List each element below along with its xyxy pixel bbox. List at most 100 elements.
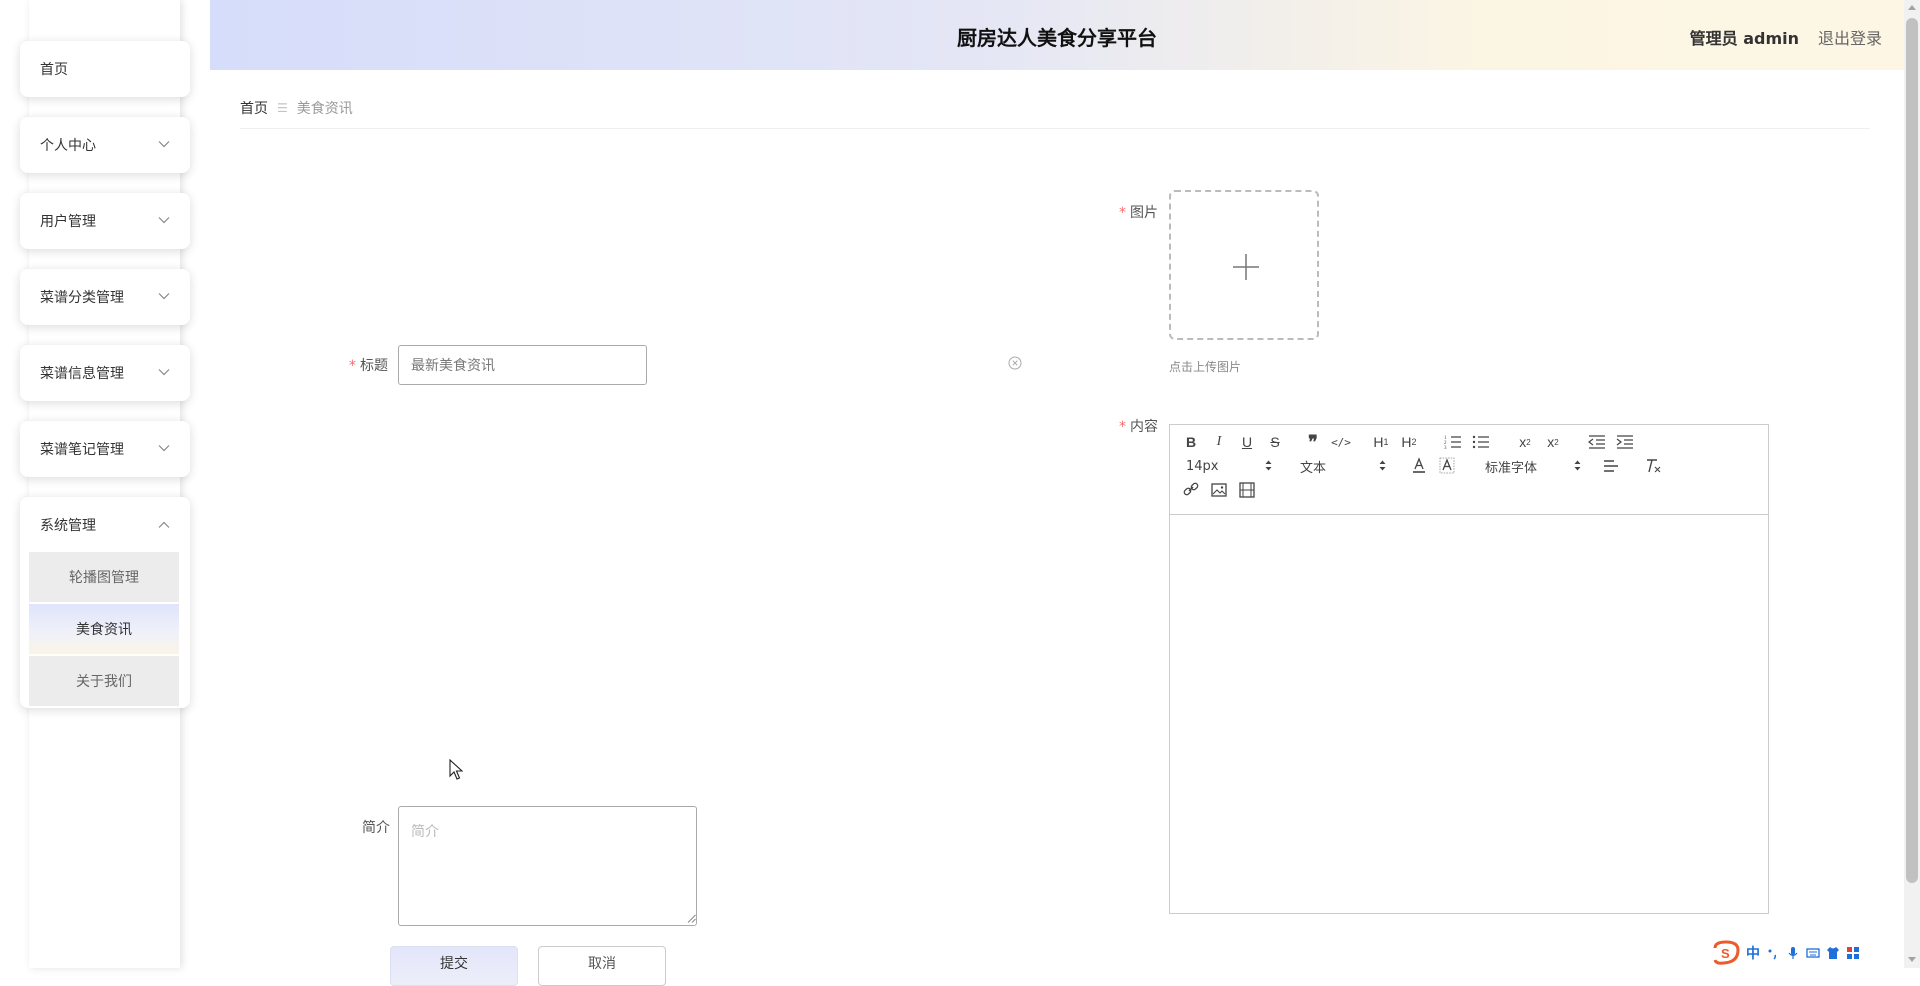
sidebar-item-home[interactable]: 首页 (20, 41, 190, 97)
sidebar-item-label: 美食资讯 (76, 622, 132, 638)
font-size-value: 14px (1186, 458, 1219, 474)
align-left-icon[interactable] (1600, 456, 1622, 476)
current-user: 管理员 admin (1689, 29, 1799, 48)
ordered-list-icon[interactable]: 123 (1442, 432, 1464, 452)
superscript-icon[interactable]: x2 (1542, 432, 1564, 452)
keyboard-icon[interactable] (1806, 946, 1820, 960)
logout-link[interactable]: 退出登录 (1818, 25, 1882, 49)
toolbox-icon[interactable] (1846, 946, 1860, 960)
content-label: * 内容 (1110, 416, 1158, 436)
sidebar-item-system-management[interactable]: 系统管理 (20, 497, 190, 553)
chevron-down-icon (158, 141, 170, 148)
sidebar-item-recipe-notes[interactable]: 菜谱笔记管理 (20, 421, 190, 477)
sidebar-subitem-food-news[interactable]: 美食资讯 (29, 604, 179, 654)
cancel-label: 取消 (588, 956, 616, 972)
chevron-down-icon (158, 293, 170, 300)
sidebar-subitem-about-us[interactable]: 关于我们 (29, 656, 179, 706)
divider (240, 128, 1870, 129)
ime-logo-icon[interactable]: S (1712, 940, 1740, 966)
chevron-down-icon (158, 369, 170, 376)
sidebar-item-recipe-info[interactable]: 菜谱信息管理 (20, 345, 190, 401)
underline-icon[interactable]: U (1236, 432, 1258, 452)
sidebar-item-label: 用户管理 (40, 214, 96, 230)
label-text: 标题 (360, 358, 388, 374)
mouse-cursor-icon (449, 759, 463, 780)
subscript-icon[interactable]: x2 (1514, 432, 1536, 452)
breadcrumb: 首页 ☰ 美食资讯 (240, 98, 353, 118)
upload-tip: 点击上传图片 (1169, 360, 1242, 374)
intro-label: 简介 (350, 817, 390, 837)
paragraph-select[interactable]: 文本 (1300, 456, 1386, 476)
sidebar-item-user-management[interactable]: 用户管理 (20, 193, 190, 249)
intro-placeholder: 简介 (411, 824, 439, 840)
sidebar-item-recipe-category[interactable]: 菜谱分类管理 (20, 269, 190, 325)
italic-icon[interactable]: I (1208, 432, 1230, 452)
plus-icon (1233, 254, 1259, 280)
select-arrows-icon (1574, 460, 1581, 471)
indent-icon[interactable] (1614, 432, 1636, 452)
rich-text-editor: B I U S ❞ </> H1 H2 123 x2 x2 14px 文本 标准… (1169, 424, 1769, 914)
breadcrumb-current: 美食资讯 (296, 101, 353, 117)
sidebar-item-label: 菜谱信息管理 (40, 366, 124, 382)
link-icon[interactable] (1180, 480, 1202, 500)
scroll-down-icon[interactable] (1908, 957, 1916, 962)
video-icon[interactable] (1236, 480, 1258, 500)
skin-icon[interactable] (1826, 946, 1840, 960)
heading-1-icon[interactable]: H1 (1370, 432, 1392, 452)
code-block-icon[interactable]: </> (1330, 432, 1352, 452)
scroll-up-icon[interactable] (1908, 5, 1916, 10)
font-size-select[interactable]: 14px (1186, 456, 1272, 476)
bullet-list-icon[interactable] (1470, 432, 1492, 452)
sidebar-item-label: 个人中心 (40, 138, 96, 154)
resize-handle-icon[interactable] (687, 914, 696, 923)
font-family-select[interactable]: 标准字体 (1485, 456, 1581, 476)
breadcrumb-home[interactable]: 首页 (240, 98, 268, 118)
top-header: 厨房达人美食分享平台 管理员 admin 退出登录 (210, 0, 1904, 70)
sidebar-item-label: 首页 (40, 62, 68, 78)
cancel-button[interactable]: 取消 (538, 946, 666, 986)
select-arrows-icon (1379, 460, 1386, 471)
required-mark: * (349, 358, 356, 374)
svg-text:3: 3 (1444, 446, 1447, 451)
sidebar-item-label: 菜谱笔记管理 (40, 442, 124, 458)
clear-format-icon[interactable] (1642, 456, 1664, 476)
submit-label: 提交 (440, 956, 468, 972)
required-mark: * (1119, 419, 1126, 435)
title-input-value: 最新美食资讯 (411, 358, 495, 374)
app-title: 厨房达人美食分享平台 (957, 26, 1157, 50)
microphone-icon[interactable] (1786, 946, 1800, 960)
sidebar-item-label: 轮播图管理 (69, 570, 139, 586)
sidebar-item-personal-center[interactable]: 个人中心 (20, 117, 190, 173)
label-text: 简介 (362, 820, 390, 836)
bold-icon[interactable]: B (1180, 432, 1202, 452)
submit-button[interactable]: 提交 (390, 946, 518, 986)
intro-textarea[interactable]: 简介 (398, 806, 697, 926)
chevron-down-icon (158, 217, 170, 224)
image-upload[interactable] (1169, 190, 1319, 340)
outdent-icon[interactable] (1586, 432, 1608, 452)
required-mark: * (1119, 205, 1126, 221)
ime-toolbar: S 中 (1712, 940, 1860, 966)
title-label: * 标题 (340, 355, 388, 375)
scrollbar-thumb[interactable] (1906, 18, 1918, 883)
blockquote-icon[interactable]: ❞ (1302, 432, 1324, 452)
paragraph-value: 文本 (1300, 460, 1327, 476)
breadcrumb-separator-icon: ☰ (277, 101, 288, 115)
font-color-icon[interactable] (1408, 456, 1430, 476)
punctuation-icon[interactable] (1766, 946, 1780, 960)
heading-2-icon[interactable]: H2 (1398, 432, 1420, 452)
ime-mode-indicator[interactable]: 中 (1746, 943, 1760, 963)
clear-icon[interactable] (1008, 356, 1022, 370)
select-arrows-icon (1265, 460, 1272, 471)
title-input[interactable]: 最新美食资讯 (398, 345, 647, 385)
image-icon[interactable] (1208, 480, 1230, 500)
label-text: 内容 (1130, 419, 1158, 435)
strikethrough-icon[interactable]: S (1264, 432, 1286, 452)
background-color-icon[interactable] (1436, 456, 1458, 476)
sidebar-group-system: 系统管理 轮播图管理 美食资讯 关于我们 (20, 497, 190, 708)
sidebar-subitem-carousel[interactable]: 轮播图管理 (29, 552, 179, 602)
sidebar-item-label: 菜谱分类管理 (40, 290, 124, 306)
chevron-down-icon (158, 445, 170, 452)
image-label: * 图片 (1110, 202, 1158, 222)
sidebar-item-label: 系统管理 (40, 518, 96, 534)
